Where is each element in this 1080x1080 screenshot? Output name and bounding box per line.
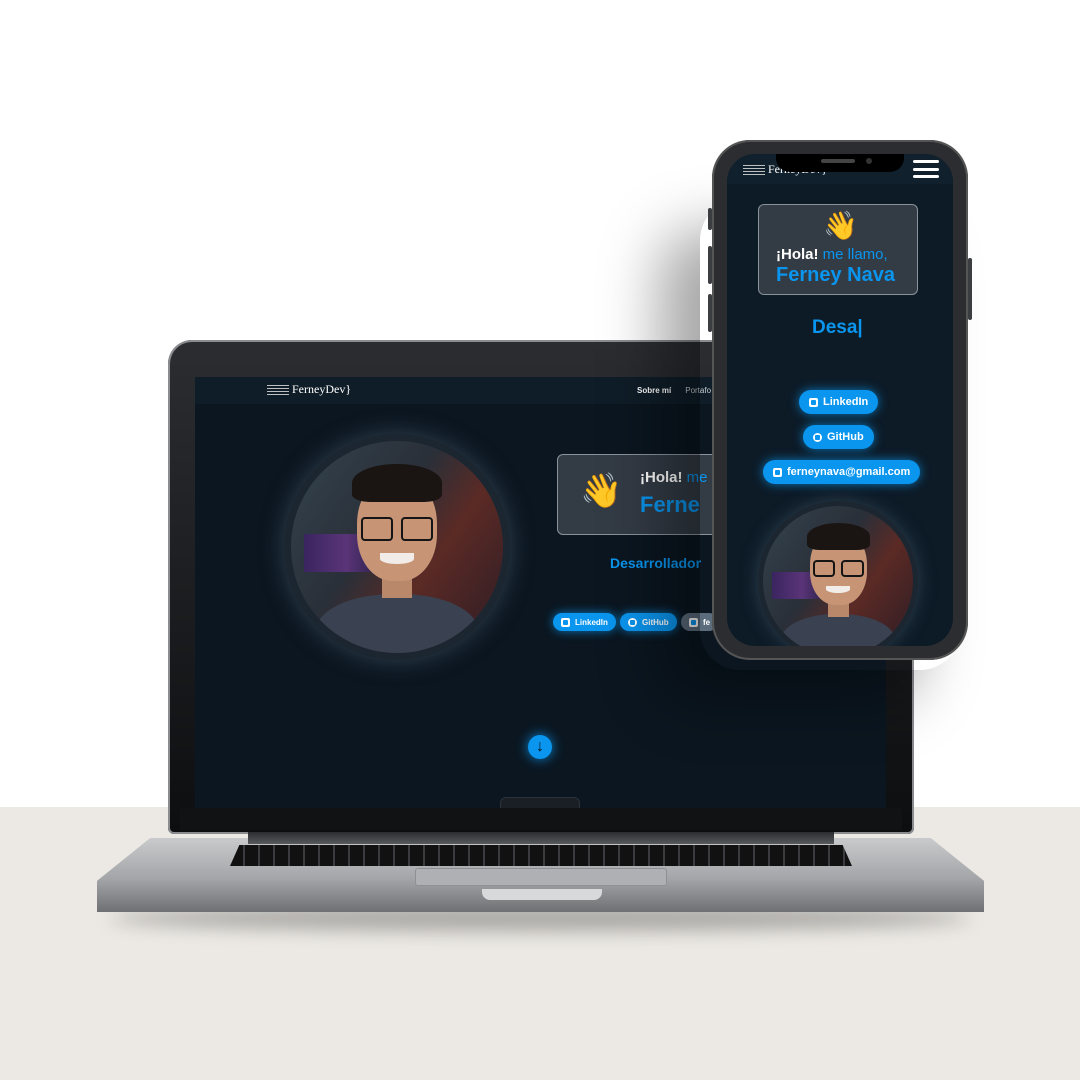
phone-role-typing-text: Desa| [812, 317, 863, 338]
nav-link-sobre-mi[interactable]: Sobre mí [637, 386, 671, 395]
front-camera [866, 158, 872, 164]
phone-notch [776, 154, 904, 172]
waving-hand-icon: 👋 [580, 471, 623, 511]
speaker-grille [821, 159, 855, 163]
phone-screen: FerneyDev} 👋 ¡Hola! me llamo, Ferney Nav… [727, 154, 953, 646]
name-text: Ferne [640, 492, 700, 517]
role-text: Desarrollador [610, 555, 702, 571]
phone-greeting-card: 👋 ¡Hola! me llamo, Ferney Nava [758, 204, 918, 295]
laptop-hinge [248, 832, 834, 844]
phone-email-button[interactable]: ferneynava@gmail.com [763, 460, 921, 484]
github-icon [628, 617, 637, 627]
phone-power-button [968, 258, 972, 320]
phone-greeting-text: ¡Hola! me llamo, [776, 246, 888, 263]
phone-github-button[interactable]: GitHub [803, 425, 874, 449]
brand-logo-text: FerneyDev} [292, 382, 352, 396]
github-button[interactable]: GitHub [620, 613, 677, 631]
dock-bar [500, 797, 580, 808]
github-icon [813, 432, 822, 442]
code-lines-icon [743, 164, 765, 175]
linkedin-icon [561, 617, 570, 627]
waving-hand-icon: 👋 [823, 209, 858, 242]
greeting-text: ¡Hola! me [640, 469, 708, 486]
code-lines-icon [267, 384, 289, 395]
phone-name-text: Ferney Nava [776, 264, 895, 286]
hamburger-menu-icon[interactable] [913, 160, 939, 178]
laptop-chin [180, 808, 902, 830]
linkedin-button[interactable]: LinkedIn [553, 613, 616, 631]
mail-icon [773, 467, 782, 477]
scroll-down-button[interactable]: ↓ [528, 735, 552, 759]
phone-profile-photo [763, 506, 913, 646]
linkedin-icon [809, 397, 818, 407]
phone-linkedin-button[interactable]: LinkedIn [799, 390, 879, 414]
laptop-notch [482, 889, 602, 900]
laptop-trackpad [415, 868, 667, 886]
mail-icon [689, 617, 698, 627]
laptop-keyboard [230, 845, 852, 866]
profile-photo [291, 441, 503, 653]
brand-logo[interactable]: FerneyDev} [267, 382, 351, 397]
arrow-down-icon: ↓ [536, 738, 544, 755]
